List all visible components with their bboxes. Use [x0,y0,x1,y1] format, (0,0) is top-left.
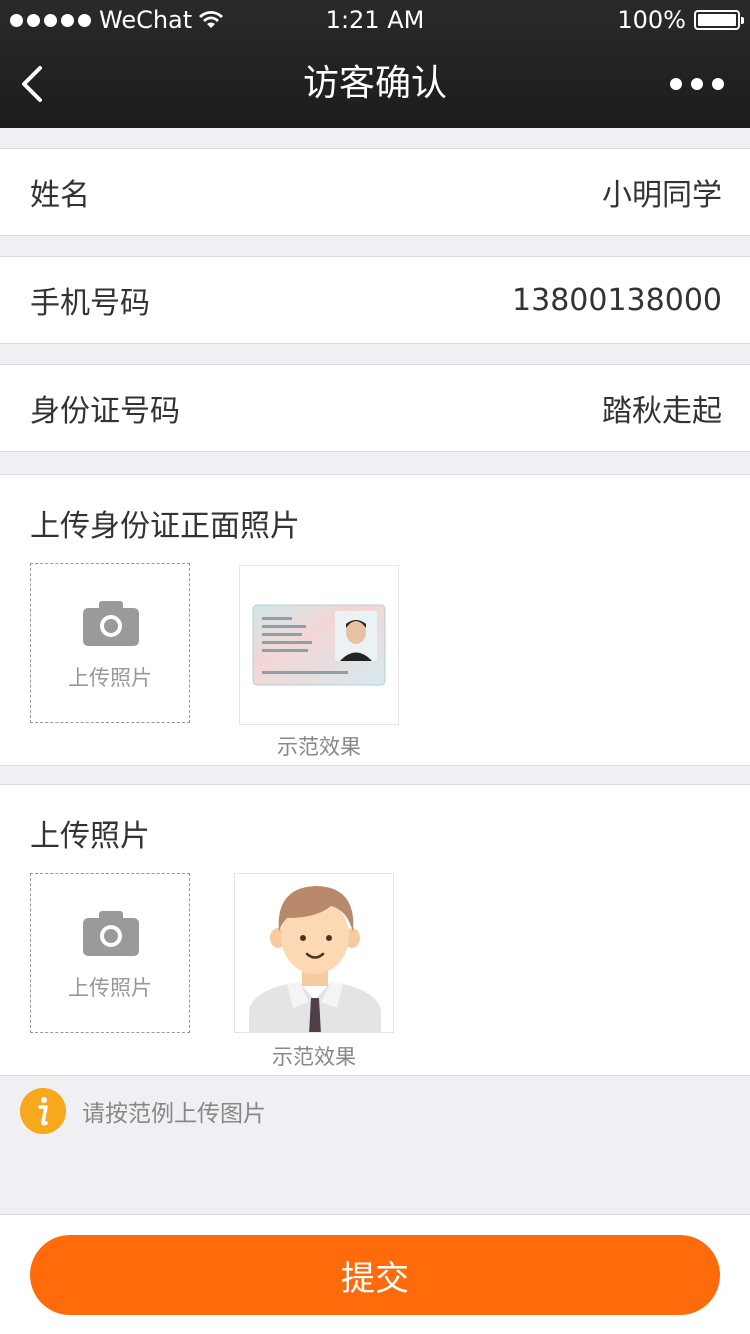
field-value: 13800138000 [512,282,722,318]
section-title: 上传身份证正面照片 [30,509,300,544]
field-row-id-number: 身份证号码 踏秋走起 [0,364,750,452]
camera-icon [83,911,139,956]
field-label: 手机号码 [30,286,150,321]
field-row-phone: 手机号码 13800138000 [0,256,750,344]
upload-label: 上传照片 [68,666,152,690]
portrait-illustration [249,886,381,1032]
submit-button[interactable]: 提交 [30,1235,720,1315]
tip-text: 请按范例上传图片 [82,1101,266,1127]
upload-label: 上传照片 [68,976,152,1000]
status-bar: WeChat 1:21 AM 100% [0,0,750,40]
page-title: 访客确认 [302,63,447,104]
portrait-sample-image [234,873,394,1033]
section-title: 上传照片 [30,819,150,854]
info-icon [20,1088,66,1134]
battery-percentage: 100% [617,6,686,34]
tip-row: 请按范例上传图片 [20,1088,266,1134]
id-card-illustration [252,604,386,686]
camera-icon [83,601,139,646]
photo-upload-section: 上传照片 上传照片 示范效果 [0,784,750,1076]
more-dots-icon[interactable] [670,78,724,90]
bottom-bar: 提交 [0,1214,750,1334]
nav-bar: 访客确认 [0,40,750,128]
sample-caption: 示范效果 [277,735,361,759]
status-bar-right: 100% [617,0,744,40]
id-card-sample-image [239,565,399,725]
field-label: 姓名 [30,178,90,213]
top-bar: WeChat 1:21 AM 100% 访客确认 [0,0,750,128]
photo-upload-button[interactable]: 上传照片 [30,873,190,1033]
field-value: 小明同学 [602,178,722,213]
sample-caption: 示范效果 [272,1045,356,1069]
field-value: 踏秋走起 [602,394,722,429]
field-label: 身份证号码 [30,394,180,429]
id-card-upload-button[interactable]: 上传照片 [30,563,190,723]
id-card-upload-section: 上传身份证正面照片 上传照片 示范效果 [0,474,750,766]
battery-icon [694,10,744,30]
field-row-name: 姓名 小明同学 [0,148,750,236]
